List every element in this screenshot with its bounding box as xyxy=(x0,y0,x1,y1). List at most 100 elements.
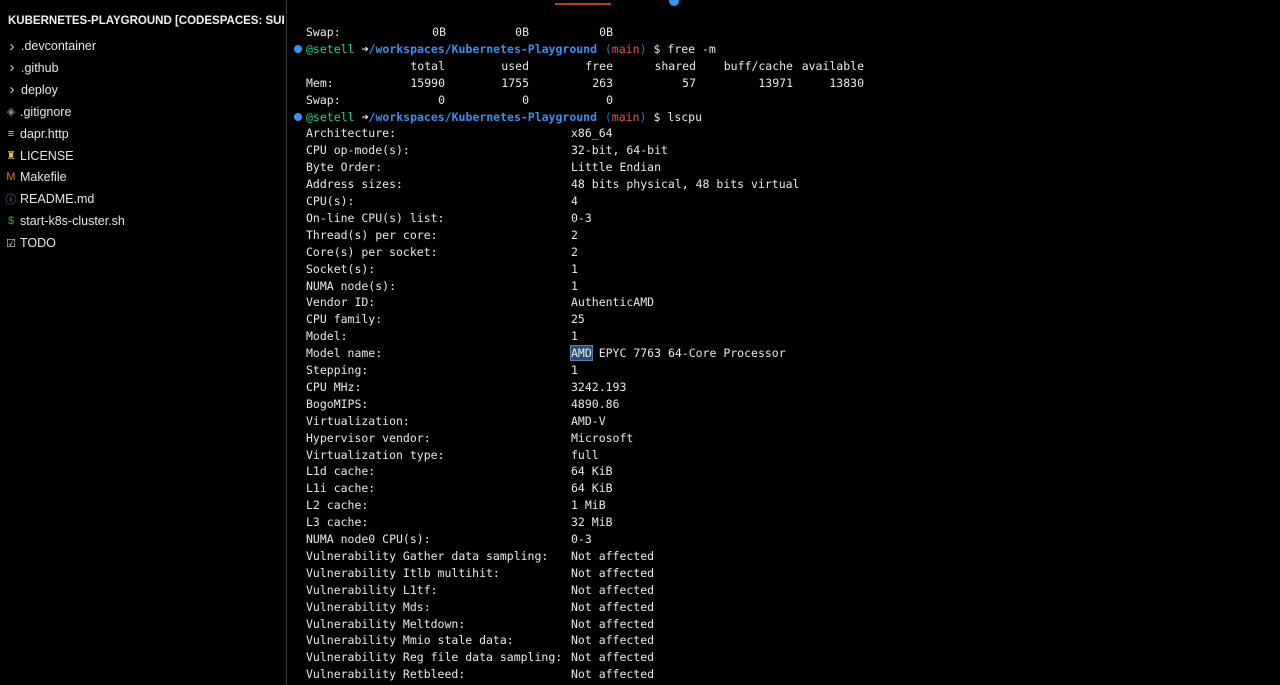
file-item[interactable]: ≡ dapr.http xyxy=(0,123,286,145)
lscpu-value: 1 xyxy=(571,329,578,344)
lscpu-key: CPU op-mode(s): xyxy=(306,143,410,158)
lscpu-value: 25 xyxy=(571,312,585,327)
free-data-row: Swap: 0 0 0 xyxy=(287,92,1280,109)
chevron-right-icon: › xyxy=(9,81,15,99)
file-item[interactable]: ◈ .gitignore xyxy=(0,101,286,123)
lscpu-row: Vulnerability Reg file data sampling: Not… xyxy=(287,649,1280,666)
lscpu-value: Not affected xyxy=(571,548,655,563)
lscpu-key: L3 cache: xyxy=(306,515,369,530)
lscpu-row: On-line CPU(s) list: 0-3 xyxy=(287,210,1280,227)
lscpu-row: CPU(s): 4 xyxy=(287,193,1280,210)
lscpu-value: Not affected xyxy=(571,667,655,682)
git-file-icon: ◈ xyxy=(6,106,16,119)
tree-item-label: .github xyxy=(21,60,59,75)
file-item[interactable]: M Makefile xyxy=(0,166,286,188)
lscpu-key: Vulnerability Itlb multihit: xyxy=(306,565,500,580)
prompt-line: @setell ➜/workspaces/Kubernetes-Playgrou… xyxy=(287,41,1280,58)
terminal-command: lscpu xyxy=(667,109,703,124)
prompt-branch: main xyxy=(611,109,640,124)
lscpu-value: Not affected xyxy=(571,616,655,631)
lscpu-row: NUMA node(s): 1 xyxy=(287,278,1280,295)
free-header-row: total used free shared buff/cache available xyxy=(287,58,1280,75)
lscpu-key: Virtualization: xyxy=(306,413,410,428)
lscpu-key: CPU MHz: xyxy=(306,379,362,394)
lscpu-key: CPU(s): xyxy=(306,194,355,208)
lscpu-value-rest: EPYC 7763 64-Core Processor xyxy=(591,346,786,361)
terminal-panel[interactable]: Swap: 0B 0B 0B @setell ➜/workspaces/Kubernet… xyxy=(287,0,1280,685)
lscpu-key: Address sizes: xyxy=(306,177,403,192)
tree-item-label: README.md xyxy=(20,192,95,207)
lscpu-value: 1 MiB xyxy=(571,498,606,513)
free-cell: 13830 xyxy=(829,75,864,90)
lscpu-value: Not affected xyxy=(571,582,655,597)
lscpu-key: NUMA node(s): xyxy=(306,278,397,293)
lscpu-row: Vulnerability Retbleed: Not affected xyxy=(287,666,1280,683)
lscpu-value: Not affected xyxy=(571,565,655,580)
explorer-sidebar: KUBERNETES-PLAYGROUND [CODESPACES: SUPER… xyxy=(0,0,286,685)
free-cell: 15990 xyxy=(410,75,445,90)
lscpu-value: 64 KiB xyxy=(571,464,613,479)
lscpu-row: L2 cache: 1 MiB xyxy=(287,497,1280,514)
tree-item-label: start-k8s-cluster.sh xyxy=(20,214,125,229)
swap-label: Swap: xyxy=(306,25,341,39)
tree-item-label: .gitignore xyxy=(20,104,72,119)
swap-value: 0B xyxy=(515,25,529,39)
chevron-right-icon: › xyxy=(9,37,15,55)
lscpu-value: Microsoft xyxy=(571,430,634,445)
lscpu-value: AMD-V xyxy=(571,413,606,428)
folder-item[interactable]: › .devcontainer xyxy=(0,35,286,57)
lscpu-row: Vulnerability Meltdown: Not affected xyxy=(287,616,1280,633)
prompt-user: @setell xyxy=(306,109,355,124)
lscpu-key: Architecture: xyxy=(306,126,397,141)
lscpu-row: Vendor ID: AuthenticAMD xyxy=(287,294,1280,311)
lscpu-value: Not affected xyxy=(571,650,655,665)
free-column-header: available xyxy=(801,58,864,73)
tree-item-label: .devcontainer xyxy=(21,39,97,53)
folder-item[interactable]: › deploy xyxy=(0,79,286,101)
lscpu-row: Stepping: 1 xyxy=(287,362,1280,379)
file-item[interactable]: ♜ LICENSE xyxy=(0,145,286,167)
free-column-header: shared xyxy=(654,58,696,73)
lscpu-value: Not affected xyxy=(571,633,655,648)
prompt-branch-close: ) xyxy=(639,109,647,124)
file-item[interactable]: $ start-k8s-cluster.sh xyxy=(0,210,286,232)
swap-row-previous: Swap: 0B 0B 0B xyxy=(287,24,1280,41)
prompt-dollar: $ xyxy=(646,109,668,124)
lscpu-key: Thread(s) per core: xyxy=(306,227,438,242)
free-column-header: used xyxy=(501,58,529,73)
lscpu-key: Vulnerability Reg file data sampling: xyxy=(306,650,563,665)
folder-item[interactable]: › .github xyxy=(0,57,286,79)
lscpu-row: Socket(s): 1 xyxy=(287,261,1280,278)
text-selection[interactable]: AMD xyxy=(570,345,593,362)
tree-item-label: LICENSE xyxy=(20,148,74,163)
prompt-status-dot-icon xyxy=(294,112,302,121)
free-cell: 0 xyxy=(438,92,445,107)
lscpu-value: 64 KiB xyxy=(571,481,613,496)
file-item[interactable]: ☑ TODO xyxy=(0,232,286,254)
lscpu-value: 1 xyxy=(571,278,578,293)
lscpu-key: Socket(s): xyxy=(306,261,376,276)
prompt-path: /workspaces/Kubernetes-Playground xyxy=(368,41,598,56)
lscpu-value: 2 xyxy=(571,244,578,259)
lscpu-row: Vulnerability Mmio stale data: Not affect… xyxy=(287,632,1280,649)
free-column-header: free xyxy=(585,58,613,73)
lscpu-value: Not affected xyxy=(571,599,655,614)
lscpu-key: Core(s) per socket: xyxy=(306,244,438,259)
file-item[interactable]: ⓘ README.md xyxy=(0,188,286,210)
explorer-title[interactable]: KUBERNETES-PLAYGROUND [CODESPACES: SUPER… xyxy=(8,15,284,31)
lscpu-row: Vulnerability Mds: Not affected xyxy=(287,599,1280,616)
lscpu-row: Thread(s) per core: 2 xyxy=(287,227,1280,244)
info-icon: ⓘ xyxy=(5,194,17,207)
active-tab-indicator xyxy=(555,3,611,5)
prompt-path: /workspaces/Kubernetes-Playground xyxy=(368,109,598,124)
lscpu-key: CPU family: xyxy=(306,312,383,327)
lscpu-value: 1 xyxy=(571,261,578,276)
lscpu-key: Stepping: xyxy=(306,363,369,377)
lscpu-key: On-line CPU(s) list: xyxy=(306,210,445,225)
lscpu-row: Virtualization type: full xyxy=(287,447,1280,464)
free-cell: 0 xyxy=(606,92,613,107)
free-cell: 13971 xyxy=(758,75,793,90)
lscpu-row: L1i cache: 64 KiB xyxy=(287,480,1280,497)
lscpu-key: Vulnerability Meltdown: xyxy=(306,616,466,631)
lscpu-value: 3242.193 xyxy=(571,379,627,394)
